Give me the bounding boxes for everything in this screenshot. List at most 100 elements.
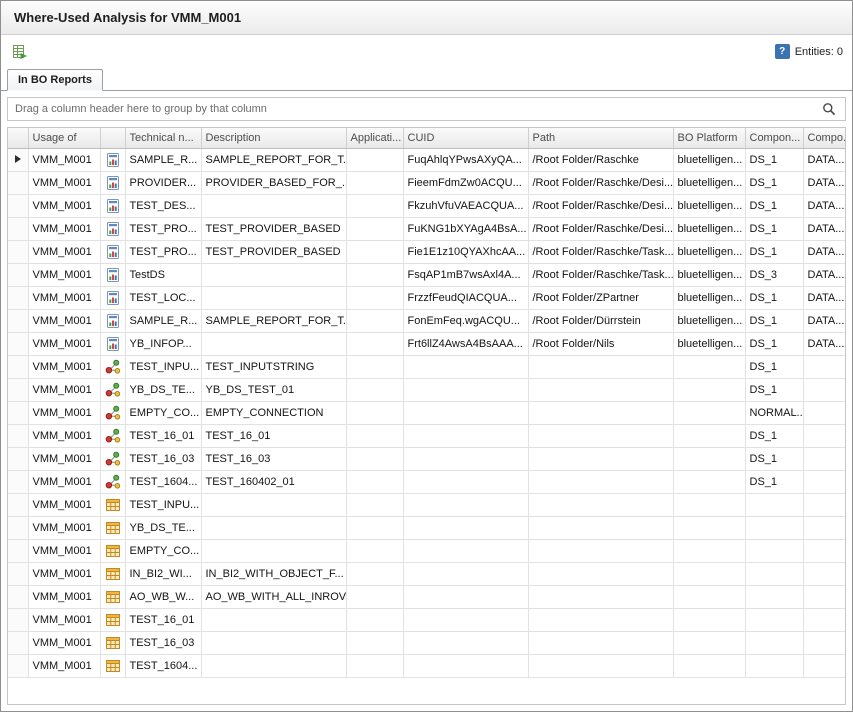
cell-component[interactable] (745, 654, 803, 677)
cell-component2[interactable] (803, 562, 846, 585)
row-indicator-cell[interactable] (8, 608, 28, 631)
cell-component2[interactable] (803, 447, 846, 470)
cell-icon[interactable] (100, 401, 125, 424)
cell-bo_platform[interactable]: bluetelligen... (673, 240, 745, 263)
cell-cuid[interactable] (403, 493, 528, 516)
cell-cuid[interactable] (403, 378, 528, 401)
cell-technical[interactable]: TEST_16_03 (125, 631, 201, 654)
cell-application[interactable] (346, 148, 403, 171)
cell-technical[interactable]: YB_DS_TE... (125, 378, 201, 401)
cell-description[interactable]: TEST_16_01 (201, 424, 346, 447)
export-button[interactable] (10, 42, 30, 62)
cell-component2[interactable] (803, 378, 846, 401)
cell-component[interactable]: DS_1 (745, 355, 803, 378)
cell-component2[interactable] (803, 631, 846, 654)
cell-component[interactable]: DS_1 (745, 217, 803, 240)
cell-description[interactable]: TEST_PROVIDER_BASED (201, 240, 346, 263)
cell-component2[interactable]: DATA... (803, 148, 846, 171)
cell-path[interactable]: /Root Folder/ZPartner (528, 286, 673, 309)
cell-usage[interactable]: VMM_M001 (28, 240, 100, 263)
cell-component2[interactable] (803, 608, 846, 631)
row-indicator-cell[interactable] (8, 585, 28, 608)
row-indicator-cell[interactable] (8, 240, 28, 263)
table-row[interactable]: VMM_M001SAMPLE_R...SAMPLE_REPORT_FOR_T..… (8, 148, 846, 171)
cell-description[interactable]: TEST_160402_01 (201, 470, 346, 493)
row-indicator-cell[interactable] (8, 332, 28, 355)
cell-description[interactable] (201, 539, 346, 562)
cell-path[interactable] (528, 516, 673, 539)
cell-usage[interactable]: VMM_M001 (28, 171, 100, 194)
cell-component[interactable] (745, 631, 803, 654)
cell-component2[interactable]: DATA... (803, 263, 846, 286)
cell-component[interactable]: DS_1 (745, 470, 803, 493)
cell-component2[interactable] (803, 355, 846, 378)
column-header-description[interactable]: Description (201, 128, 346, 148)
cell-application[interactable] (346, 447, 403, 470)
cell-component2[interactable]: DATA... (803, 240, 846, 263)
cell-bo_platform[interactable] (673, 562, 745, 585)
cell-application[interactable] (346, 332, 403, 355)
cell-description[interactable]: TEST_PROVIDER_BASED (201, 217, 346, 240)
cell-application[interactable] (346, 378, 403, 401)
cell-component[interactable]: DS_1 (745, 171, 803, 194)
table-row[interactable]: VMM_M001YB_DS_TE...YB_DS_TEST_01DS_1 (8, 378, 846, 401)
cell-description[interactable]: IN_BI2_WITH_OBJECT_F... (201, 562, 346, 585)
cell-bo_platform[interactable] (673, 447, 745, 470)
cell-usage[interactable]: VMM_M001 (28, 378, 100, 401)
cell-usage[interactable]: VMM_M001 (28, 355, 100, 378)
cell-bo_platform[interactable] (673, 378, 745, 401)
cell-usage[interactable]: VMM_M001 (28, 194, 100, 217)
cell-bo_platform[interactable] (673, 401, 745, 424)
group-by-bar[interactable]: Drag a column header here to group by th… (7, 97, 846, 121)
cell-bo_platform[interactable] (673, 493, 745, 516)
cell-description[interactable] (201, 332, 346, 355)
cell-cuid[interactable]: FieemFdmZw0ACQU... (403, 171, 528, 194)
cell-usage[interactable]: VMM_M001 (28, 309, 100, 332)
cell-application[interactable] (346, 493, 403, 516)
cell-component2[interactable]: DATA... (803, 332, 846, 355)
cell-application[interactable] (346, 263, 403, 286)
cell-usage[interactable]: VMM_M001 (28, 401, 100, 424)
cell-component[interactable]: DS_1 (745, 447, 803, 470)
cell-cuid[interactable] (403, 447, 528, 470)
table-row[interactable]: VMM_M001EMPTY_CO...EMPTY_CONNECTIONNORMA… (8, 401, 846, 424)
cell-component2[interactable]: DATA... (803, 286, 846, 309)
cell-icon[interactable] (100, 148, 125, 171)
cell-technical[interactable]: SAMPLE_R... (125, 148, 201, 171)
cell-component[interactable] (745, 585, 803, 608)
cell-description[interactable] (201, 608, 346, 631)
cell-icon[interactable] (100, 631, 125, 654)
cell-component[interactable]: NORMAL... (745, 401, 803, 424)
cell-description[interactable] (201, 654, 346, 677)
cell-bo_platform[interactable] (673, 654, 745, 677)
cell-description[interactable]: EMPTY_CONNECTION (201, 401, 346, 424)
cell-path[interactable] (528, 424, 673, 447)
cell-technical[interactable]: SAMPLE_R... (125, 309, 201, 332)
cell-technical[interactable]: EMPTY_CO... (125, 539, 201, 562)
cell-path[interactable] (528, 654, 673, 677)
cell-description[interactable]: AO_WB_WITH_ALL_INROV (201, 585, 346, 608)
column-header-cuid[interactable]: CUID (403, 128, 528, 148)
cell-component2[interactable] (803, 654, 846, 677)
cell-technical[interactable]: YB_DS_TE... (125, 516, 201, 539)
tab-in-bo-reports[interactable]: In BO Reports (7, 69, 103, 91)
cell-application[interactable] (346, 401, 403, 424)
cell-component2[interactable] (803, 585, 846, 608)
cell-icon[interactable] (100, 516, 125, 539)
cell-description[interactable] (201, 286, 346, 309)
cell-application[interactable] (346, 539, 403, 562)
cell-component[interactable]: DS_3 (745, 263, 803, 286)
cell-path[interactable]: /Root Folder/Raschke (528, 148, 673, 171)
table-row[interactable]: VMM_M001YB_INFOP...Frt6llZ4AwsA4BsAAA...… (8, 332, 846, 355)
cell-usage[interactable]: VMM_M001 (28, 148, 100, 171)
cell-description[interactable]: TEST_16_03 (201, 447, 346, 470)
row-indicator-cell[interactable] (8, 171, 28, 194)
row-indicator-cell[interactable] (8, 286, 28, 309)
cell-bo_platform[interactable] (673, 539, 745, 562)
table-row[interactable]: VMM_M001TEST_PRO...TEST_PROVIDER_BASEDFu… (8, 217, 846, 240)
cell-path[interactable]: /Root Folder/Raschke/Task... (528, 263, 673, 286)
cell-component[interactable]: DS_1 (745, 286, 803, 309)
cell-usage[interactable]: VMM_M001 (28, 286, 100, 309)
cell-application[interactable] (346, 309, 403, 332)
row-indicator-cell[interactable] (8, 493, 28, 516)
